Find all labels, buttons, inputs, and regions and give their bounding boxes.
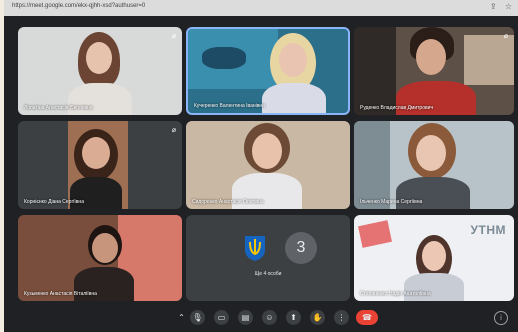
participant-face <box>92 233 118 263</box>
chevron-up-icon[interactable]: ⌃ <box>174 310 189 325</box>
participant-tile[interactable]: Ільченко Марина Сергіївна <box>354 121 514 209</box>
mic-off-icon: ⌀ <box>171 33 176 40</box>
participant-name: Кузьменко Анастасія Віталіївна <box>24 291 97 297</box>
others-tile[interactable]: 3 Ще 4 особи <box>186 215 350 301</box>
emoji-icon[interactable]: ☺ <box>262 310 277 325</box>
participant-tile[interactable]: Сидоренко Анастасія Олегівна <box>186 121 350 209</box>
others-count: 3 <box>285 232 317 264</box>
participant-face <box>82 137 110 169</box>
url-text[interactable]: https://meet.google.com/ekx-qjhh-xsd?aut… <box>12 3 145 9</box>
bookmark-star-icon[interactable]: ☆ <box>505 2 512 11</box>
others-label: Ще 4 особи <box>254 271 282 277</box>
participant-name: Корнієнко Діана Сергіївна <box>24 199 84 205</box>
info-icon[interactable]: i <box>494 311 508 325</box>
participant-tile[interactable]: Кучеренко Валентина Іванівна <box>186 27 350 115</box>
end-call-button[interactable]: ☎ <box>356 310 378 325</box>
present-icon[interactable]: ⬆ <box>286 310 301 325</box>
captions-icon[interactable]: ▤ <box>238 310 253 325</box>
participant-name: Руденко Владислав Дмитрович <box>360 105 434 111</box>
more-options-icon[interactable]: ⋮ <box>334 310 349 325</box>
participant-face <box>416 135 446 171</box>
share-icon[interactable]: ⇪ <box>490 2 497 11</box>
participant-name: Ільченко Марина Сергіївна <box>360 199 423 205</box>
participant-name: Лопатіна Анастасія Євгенівна <box>24 105 93 111</box>
camera-icon[interactable]: ▭ <box>214 310 229 325</box>
participant-face <box>86 42 112 74</box>
participant-face <box>279 43 307 77</box>
address-bar[interactable]: https://meet.google.com/ekx-qjhh-xsd?aut… <box>4 0 518 16</box>
participant-name: Сидоренко Анастасія Олегівна <box>192 199 264 205</box>
participant-tile[interactable]: ⌀ Руденко Владислав Дмитрович <box>354 27 514 115</box>
participant-tile[interactable]: УТНМ Степаненко Надія Анатоліївна <box>354 215 514 301</box>
participant-face <box>416 39 446 75</box>
raise-hand-icon[interactable]: ✋ <box>310 310 325 325</box>
mic-off-icon: ⌀ <box>171 127 176 134</box>
participant-tile[interactable]: Кузьменко Анастасія Віталіївна <box>18 215 182 301</box>
logo-text: УТНМ <box>470 223 506 237</box>
participant-tile[interactable]: ⌀ Корнієнко Діана Сергіївна <box>18 121 182 209</box>
participant-name: Степаненко Надія Анатоліївна <box>360 291 431 297</box>
participant-face <box>252 133 282 169</box>
participant-face <box>422 241 446 271</box>
meet-window: https://meet.google.com/ekx-qjhh-xsd?aut… <box>4 0 518 332</box>
participant-name: Кучеренко Валентина Іванівна <box>194 103 265 109</box>
participant-tile[interactable]: ⌀ Лопатіна Анастасія Євгенівна <box>18 27 182 115</box>
coat-of-arms-icon <box>245 236 265 261</box>
mic-icon[interactable]: 🎙 <box>190 310 205 325</box>
mic-off-icon: ⌀ <box>503 33 508 40</box>
meeting-toolbar: ⌃ 🎙 ▭ ▤ ☺ ⬆ ✋ ⋮ ☎ i <box>4 303 518 332</box>
